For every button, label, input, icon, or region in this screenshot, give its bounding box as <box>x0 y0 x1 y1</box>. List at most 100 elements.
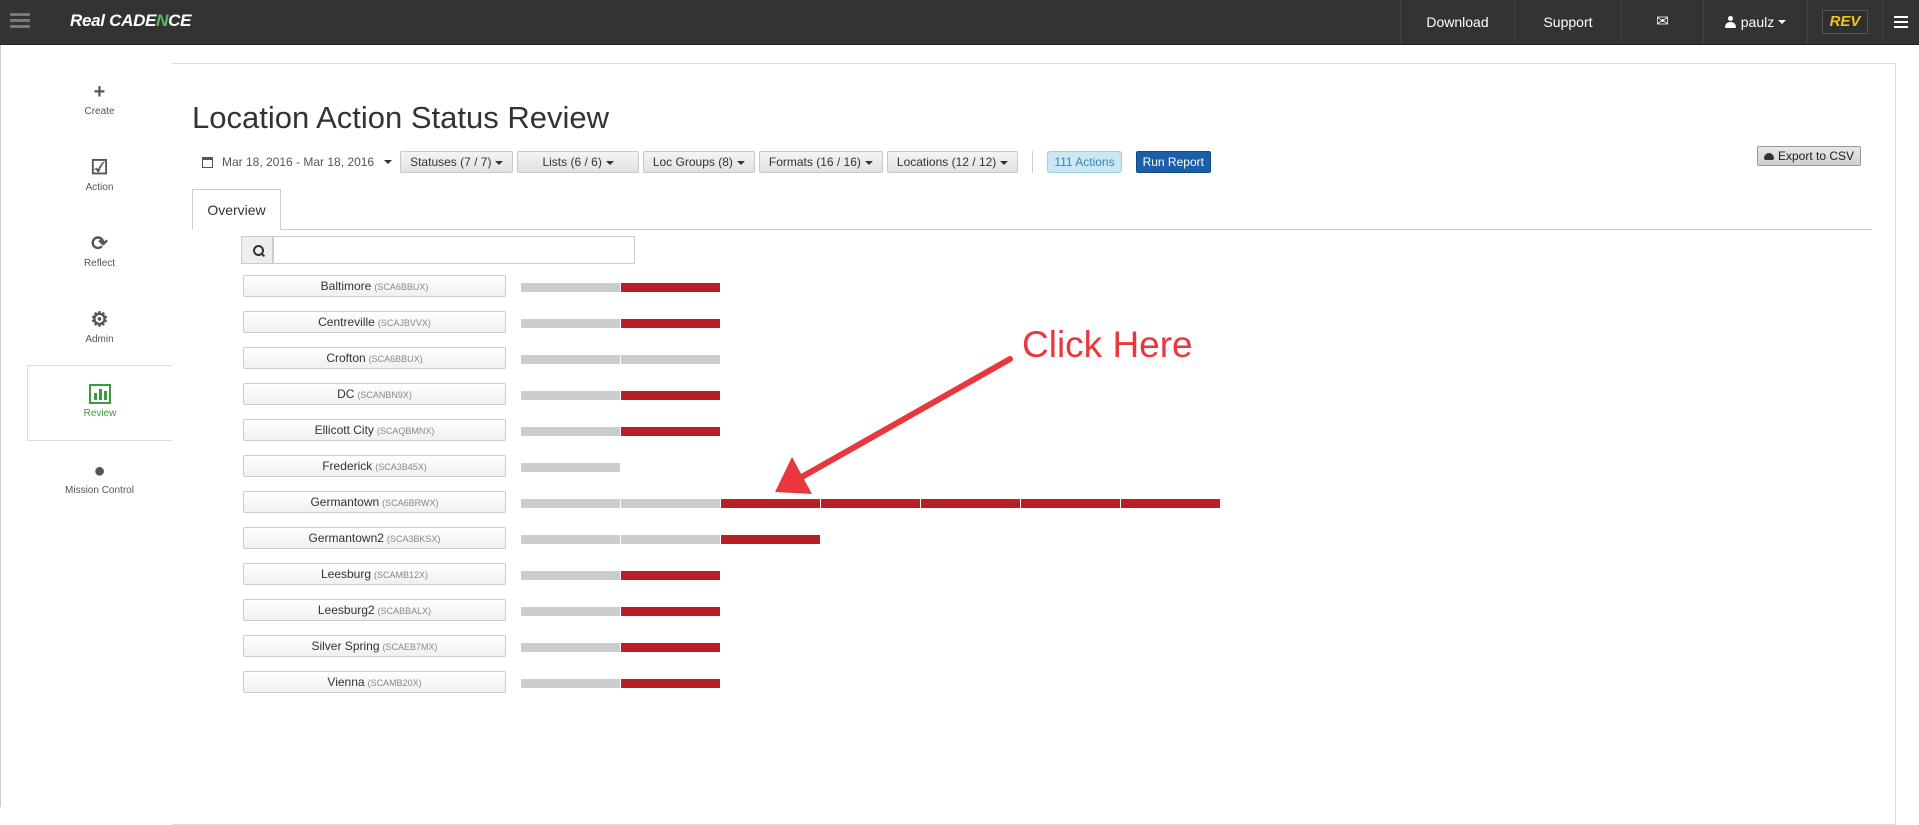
lists-filter[interactable]: Lists (6 / 6) <box>517 151 639 173</box>
status-bar-segment-red[interactable] <box>1121 499 1220 508</box>
date-range-picker[interactable]: Mar 18, 2016 - Mar 18, 2016 <box>202 155 393 169</box>
user-menu[interactable]: paulz <box>1703 0 1807 44</box>
location-button[interactable]: Leesburg2 (SCABBALX) <box>243 599 506 621</box>
location-button[interactable]: Baltimore (SCA6BBUX) <box>243 275 506 297</box>
sidebar-item-action[interactable]: ☑ Action <box>27 140 172 214</box>
support-link[interactable]: Support <box>1514 0 1621 44</box>
rev-logo-link[interactable]: REV <box>1807 0 1882 44</box>
location-button[interactable]: DC (SCANBN9X) <box>243 383 506 405</box>
status-bar-segment-red[interactable] <box>621 679 720 688</box>
status-bar-segment-gray[interactable] <box>521 355 620 364</box>
status-bar-segment-gray[interactable] <box>521 463 620 472</box>
search-icon-addon <box>241 236 273 264</box>
hamburger-menu[interactable] <box>1882 0 1919 44</box>
location-code: (SCAJBVVX) <box>377 318 431 328</box>
top-navbar: Real CADENCE Download Support ✉ paulz RE… <box>0 0 1919 45</box>
mail-link[interactable]: ✉ <box>1621 0 1703 44</box>
status-bar-segment-gray[interactable] <box>621 499 720 508</box>
location-code: (SCAMB12X) <box>374 570 429 580</box>
status-bar-segment-gray[interactable] <box>621 355 720 364</box>
status-bar-segment-red[interactable] <box>921 499 1020 508</box>
location-name: Silver Spring <box>311 639 380 653</box>
sidebar-item-review[interactable]: Review <box>27 365 172 441</box>
calendar-icon <box>202 156 213 168</box>
location-button[interactable]: Ellicott City (SCAQBMNX) <box>243 419 506 441</box>
status-bar-segment-red[interactable] <box>621 391 720 400</box>
username: paulz <box>1740 14 1775 30</box>
filter-toolbar: Mar 18, 2016 - Mar 18, 2016 Statuses (7 … <box>202 150 1211 174</box>
location-code: (SCA6BBUX) <box>374 282 429 292</box>
status-bar-segment-gray[interactable] <box>521 535 620 544</box>
caret-down-icon <box>495 160 504 165</box>
sidebar-toggle-icon[interactable] <box>10 10 30 32</box>
status-bar-segment-red[interactable] <box>621 319 720 328</box>
envelope-icon: ✉ <box>1656 13 1669 30</box>
status-bar-segment-gray[interactable] <box>621 535 720 544</box>
status-bar-segment-gray[interactable] <box>521 643 620 652</box>
sidebar-item-label: Action <box>85 182 114 193</box>
location-button[interactable]: Leesburg (SCAMB12X) <box>243 563 506 585</box>
user-icon <box>1724 16 1736 28</box>
statuses-filter-label: Statuses (7 / 7) <box>410 155 492 169</box>
run-report-button[interactable]: Run Report <box>1135 151 1211 173</box>
sidebar-item-create[interactable]: + Create <box>27 64 172 138</box>
location-code: (SCA3B45X) <box>375 462 427 472</box>
location-name: Leesburg2 <box>317 603 375 617</box>
caret-down-icon <box>1000 160 1009 165</box>
tabs-border <box>192 229 1872 230</box>
sidebar-item-label: Create <box>84 106 115 117</box>
location-name: Centreville <box>318 315 375 329</box>
brand-text-prefix: Real CADE <box>70 11 157 30</box>
status-bar-segment-red[interactable] <box>1021 499 1120 508</box>
gears-icon: ⚙ <box>90 309 109 331</box>
sidebar-item-mission-control[interactable]: ● Mission Control <box>27 443 172 517</box>
location-button[interactable]: Vienna (SCAMB20X) <box>243 671 506 693</box>
sidebar-item-reflect[interactable]: ⟳ Reflect <box>27 216 172 290</box>
download-label: Download <box>1426 14 1489 30</box>
location-code: (SCAMB20X) <box>367 678 422 688</box>
loc-groups-filter[interactable]: Loc Groups (8) <box>642 151 755 173</box>
export-csv-button[interactable]: Export to CSV <box>1757 146 1862 166</box>
status-bar-segment-red[interactable] <box>621 607 720 616</box>
toolbar-divider <box>1032 151 1034 173</box>
statuses-filter[interactable]: Statuses (7 / 7) <box>400 151 514 173</box>
status-bar-segment-gray[interactable] <box>521 319 620 328</box>
status-bar-segment-red[interactable] <box>621 643 720 652</box>
status-bar-segment-gray[interactable] <box>521 283 620 292</box>
status-bar-segment-red[interactable] <box>621 571 720 580</box>
brand-logo[interactable]: Real CADENCE <box>70 11 191 31</box>
cloud-download-icon <box>1764 153 1774 160</box>
status-bar-segment-red[interactable] <box>621 283 720 292</box>
status-bar-segment-red[interactable] <box>821 499 920 508</box>
status-bar-segment-red[interactable] <box>721 499 820 508</box>
location-button[interactable]: Frederick (SCA3B45X) <box>243 455 506 477</box>
status-bar-segment-red[interactable] <box>721 535 820 544</box>
location-button[interactable]: Germantown (SCA6BRWX) <box>243 491 506 513</box>
status-bar-segment-red[interactable] <box>621 427 720 436</box>
bar-chart-icon <box>28 384 172 404</box>
sidebar-item-admin[interactable]: ⚙ Admin <box>27 292 172 366</box>
location-button[interactable]: Germantown2 (SCA3BKSX) <box>243 527 506 549</box>
location-name: Baltimore <box>320 279 372 293</box>
globe-icon: ● <box>93 460 106 482</box>
click-here-annotation: Click Here <box>1022 324 1193 365</box>
status-bar-segment-gray[interactable] <box>521 607 620 616</box>
location-search-input[interactable] <box>273 236 635 264</box>
download-link[interactable]: Download <box>1400 0 1514 44</box>
caret-down-icon <box>736 160 745 165</box>
location-name: Leesburg <box>320 567 372 581</box>
status-bar-segment-gray[interactable] <box>521 679 620 688</box>
formats-filter[interactable]: Formats (16 / 16) <box>758 151 883 173</box>
tab-overview[interactable]: Overview <box>192 189 281 230</box>
location-button[interactable]: Centreville (SCAJBVVX) <box>243 311 506 333</box>
location-button[interactable]: Silver Spring (SCAEB7MX) <box>243 635 506 657</box>
status-bar-segment-gray[interactable] <box>521 427 620 436</box>
status-bar-segment-gray[interactable] <box>521 499 620 508</box>
status-bar-segment-gray[interactable] <box>521 571 620 580</box>
location-code: (SCABBALX) <box>377 606 432 616</box>
export-csv-label: Export to CSV <box>1778 149 1855 163</box>
sidebar: + Create ☑ Action ⟳ Reflect ⚙ Admin Revi… <box>0 45 173 807</box>
location-button[interactable]: Crofton (SCA6BBUX) <box>243 347 506 369</box>
locations-filter[interactable]: Locations (12 / 12) <box>886 151 1019 173</box>
status-bar-segment-gray[interactable] <box>521 391 620 400</box>
